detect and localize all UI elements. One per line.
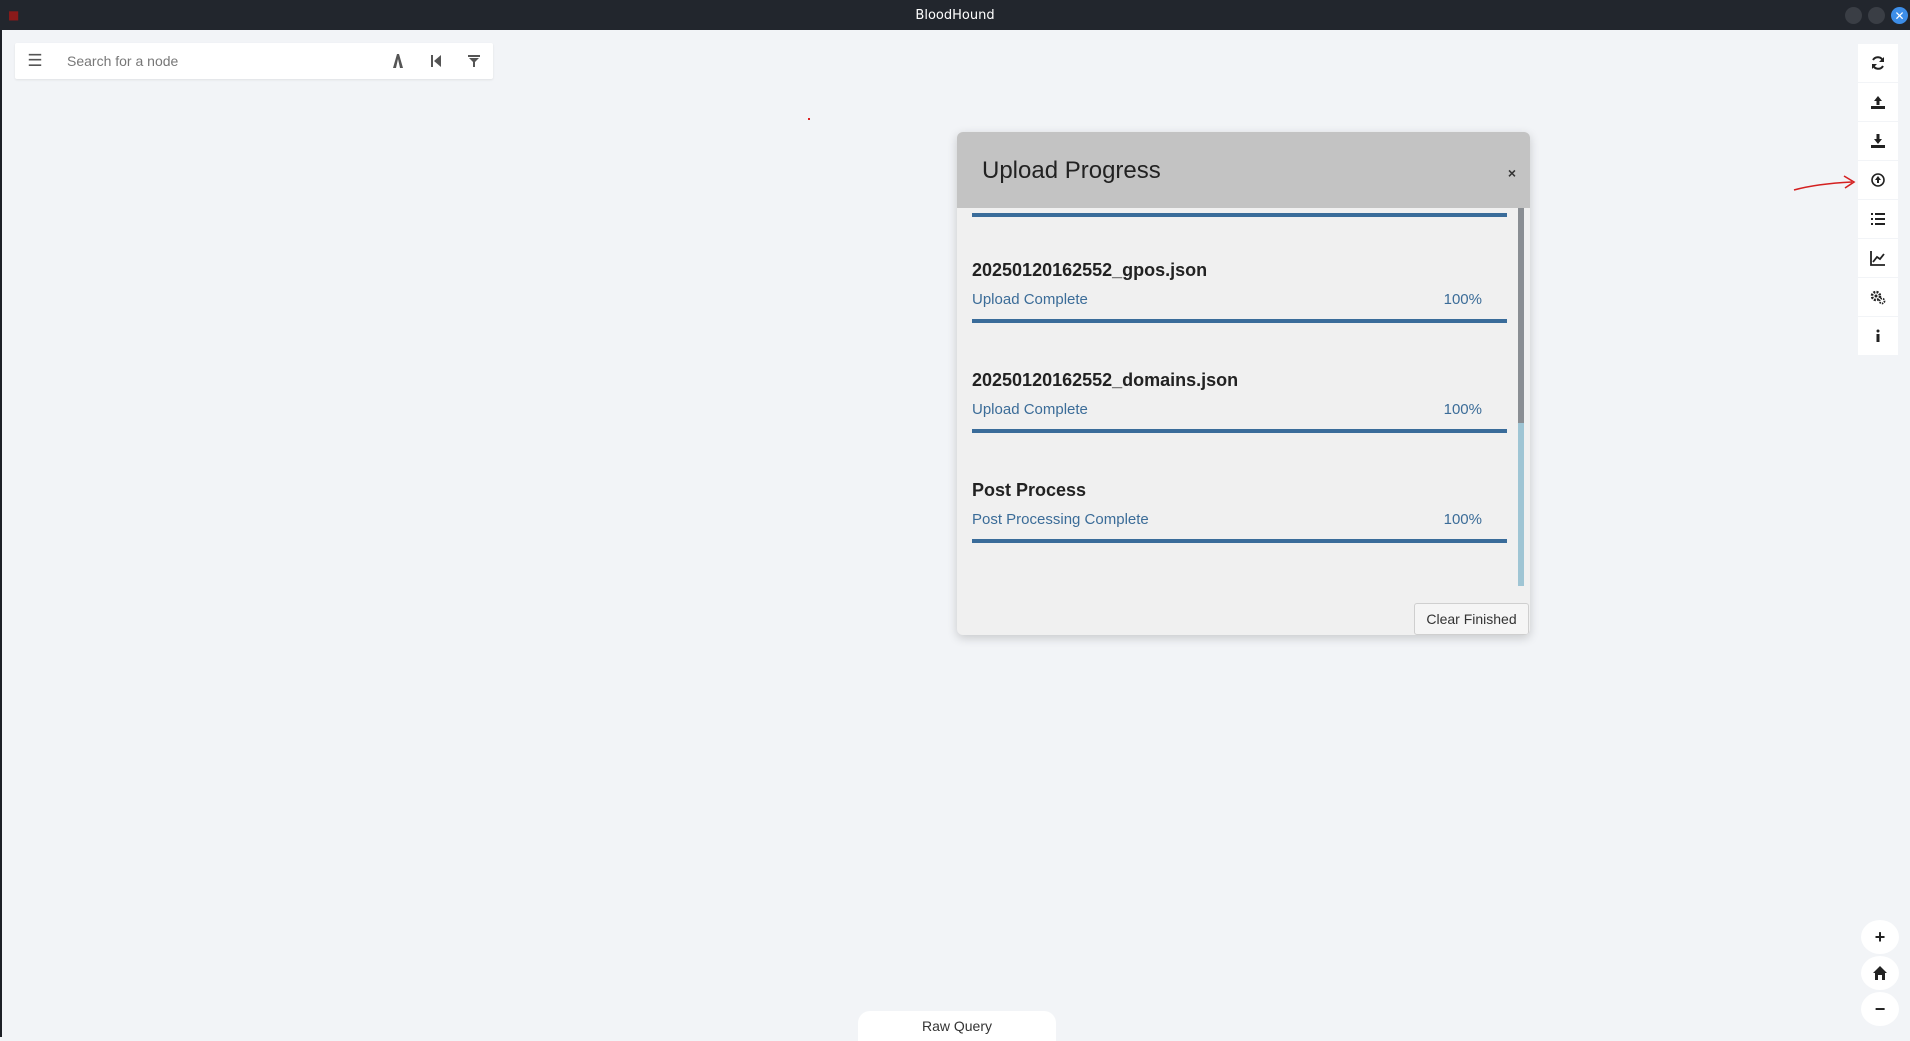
progress-bar-fill: [972, 539, 1507, 543]
zoom-controls: + −: [1861, 920, 1899, 1026]
pathfinding-icon[interactable]: [379, 53, 417, 69]
upload-item-status: Upload Complete: [972, 291, 1088, 308]
analytics-icon[interactable]: [1858, 239, 1898, 277]
hamburger-icon[interactable]: ☰: [15, 51, 55, 71]
minimize-icon[interactable]: [1845, 7, 1862, 24]
progress-bar-fill: [972, 319, 1507, 323]
clear-finished-button[interactable]: Clear Finished: [1414, 603, 1529, 635]
info-icon[interactable]: [1858, 317, 1898, 355]
modal-close-button[interactable]: ×: [1508, 165, 1516, 181]
search-bar: ☰: [15, 43, 493, 79]
window-title: BloodHound: [915, 7, 995, 23]
zoom-in-button[interactable]: +: [1861, 920, 1899, 954]
window-titlebar: ■ BloodHound ✕: [0, 0, 1910, 30]
upload-item-name: 20250120162552_domains.json: [972, 370, 1239, 390]
modal-title: Upload Progress: [982, 157, 1161, 184]
bloodhound-app-icon: ■: [8, 8, 20, 22]
progress-bar-fill: [972, 429, 1507, 433]
upload-item: 20250120162552_domains.json Upload Compl…: [972, 370, 1507, 433]
maximize-icon[interactable]: [1868, 7, 1885, 24]
upload-item-percent: 100%: [1443, 401, 1482, 418]
back-icon[interactable]: [417, 54, 455, 68]
upload-progress-icon[interactable]: [1858, 161, 1898, 199]
upload-item-status: Post Processing Complete: [972, 511, 1149, 528]
filter-icon[interactable]: [455, 54, 493, 68]
progress-bar: [972, 429, 1507, 433]
upload-progress-modal: Upload Progress × 20250120162552_gpos.js…: [957, 132, 1530, 635]
queries-icon[interactable]: [1858, 200, 1898, 238]
progress-bar: [972, 539, 1507, 543]
home-icon[interactable]: [1861, 956, 1899, 990]
upload-item-name: 20250120162552_gpos.json: [972, 260, 1208, 280]
upload-item-percent: 100%: [1443, 291, 1482, 308]
upload-icon[interactable]: [1858, 83, 1898, 121]
modal-body: 20250120162552_gpos.json Upload Complete…: [957, 208, 1530, 584]
progress-bar: [972, 319, 1507, 323]
modal-header: Upload Progress ×: [957, 132, 1530, 208]
right-toolbar: [1858, 44, 1898, 355]
annotation-dot: [808, 118, 810, 120]
upload-item: Post Process Post Processing Complete 10…: [972, 480, 1507, 543]
search-input[interactable]: [55, 46, 379, 76]
window-controls: ✕: [1845, 7, 1908, 24]
zoom-out-button[interactable]: −: [1861, 992, 1899, 1026]
annotation-arrow-icon: [1793, 175, 1856, 191]
settings-icon[interactable]: [1858, 278, 1898, 316]
upload-item: 20250120162552_gpos.json Upload Complete…: [972, 260, 1507, 323]
export-icon[interactable]: [1858, 122, 1898, 160]
progress-bar-partial: [972, 213, 1507, 217]
upload-item-percent: 100%: [1443, 511, 1482, 528]
upload-item-name: Post Process: [972, 480, 1087, 500]
refresh-icon[interactable]: [1858, 44, 1898, 82]
upload-item-status: Upload Complete: [972, 401, 1088, 418]
left-border: [0, 30, 2, 1037]
close-icon[interactable]: ✕: [1891, 7, 1908, 24]
